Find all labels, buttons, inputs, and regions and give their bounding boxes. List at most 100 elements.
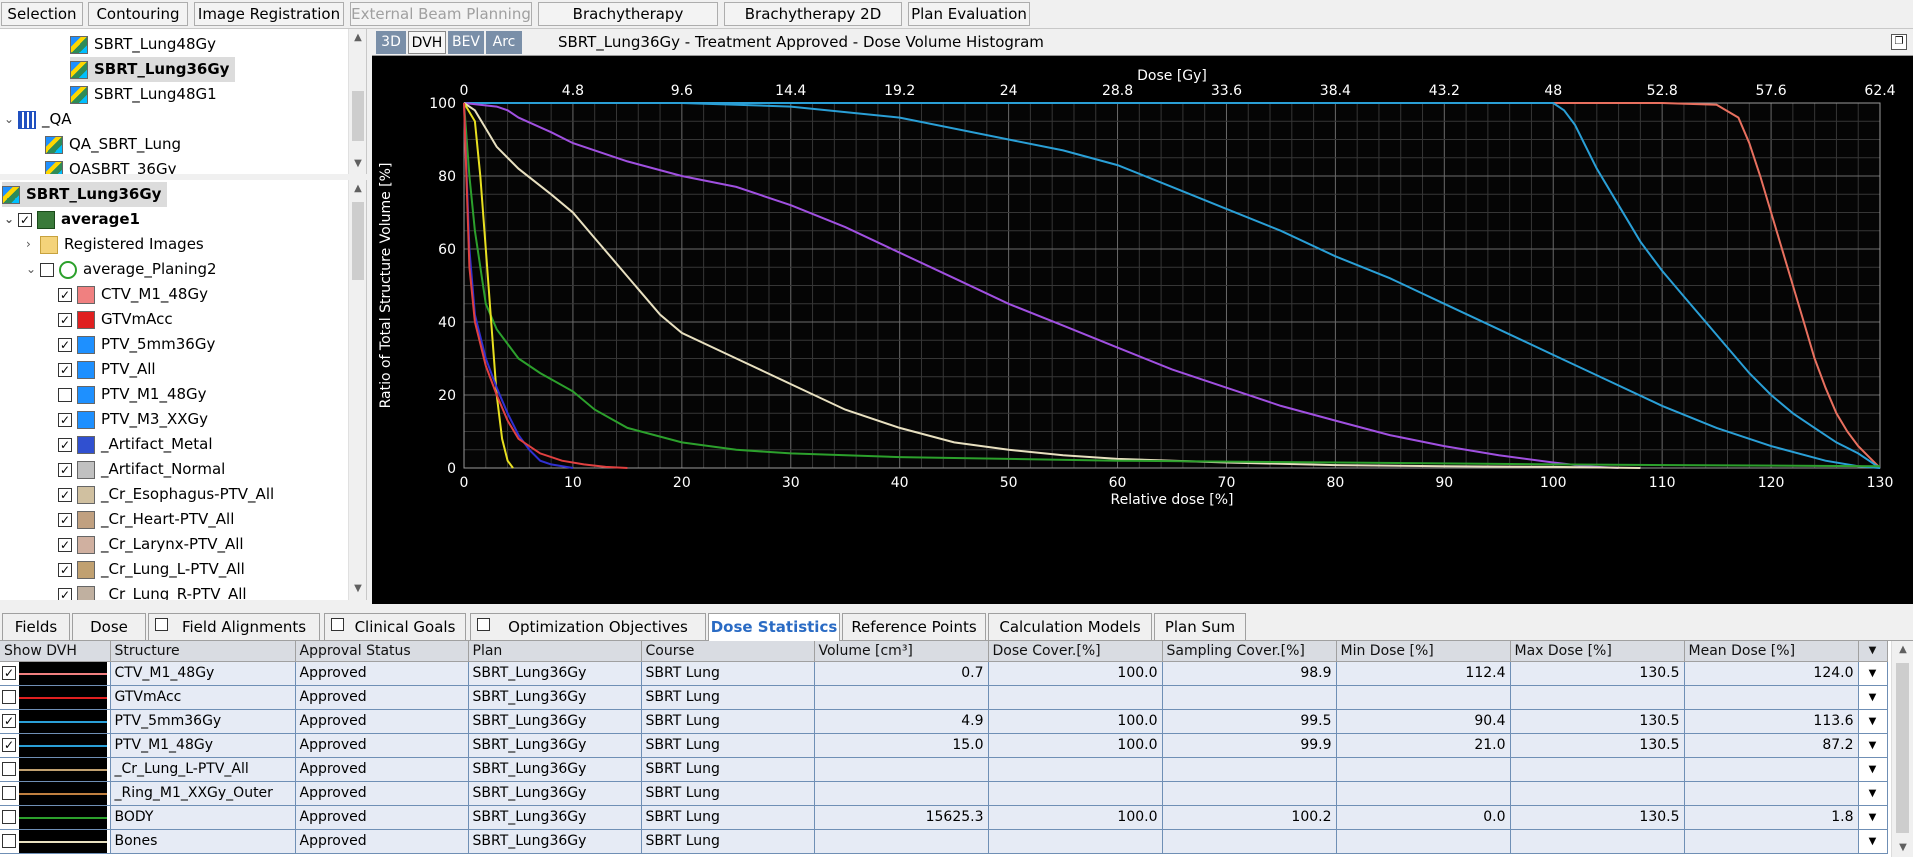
cell-show-dvh[interactable] [0,757,111,782]
structure-visibility-checkbox[interactable]: ✓ [58,587,72,600]
tree-item-structure-set[interactable]: ⌄ average_Planing2 [26,257,217,282]
structure-visibility-checkbox[interactable]: ✓ [58,462,72,477]
tab-plan-sum[interactable]: Plan Sum [1154,613,1246,640]
tree-item-plan[interactable]: QA_SBRT_Lung [45,132,181,157]
checkbox[interactable] [331,618,344,631]
tree-item-structure[interactable]: ✓ PTV_M3_XXGy [58,407,208,432]
structure-visibility-checkbox[interactable]: ✓ [58,562,72,577]
tab-arc[interactable]: Arc [486,31,522,54]
checkbox[interactable] [40,262,54,277]
col-show-dvh[interactable]: Show DVH [0,641,111,662]
table-row[interactable]: BODY Approved SBRT_Lung36Gy SBRT Lung 15625.… [0,805,1888,830]
tree-item-structure[interactable]: ✓ _Cr_Heart-PTV_All [58,507,234,532]
scroll-down-icon[interactable]: ▼ [1892,839,1913,857]
scroll-thumb[interactable] [352,91,364,141]
structure-visibility-checkbox[interactable]: ✓ [58,512,72,527]
row-dropdown-icon[interactable]: ▼ [1858,781,1888,806]
tab-clinical-goals[interactable]: Clinical Goals [324,613,466,640]
show-dvh-checkbox[interactable] [2,834,16,848]
scroll-down-icon[interactable]: ▼ [349,155,366,173]
col-plan[interactable]: Plan [468,641,642,662]
cell-show-dvh[interactable]: ✓ [0,661,111,686]
structure-visibility-checkbox[interactable]: ✓ [58,287,72,302]
row-dropdown-icon[interactable]: ▼ [1858,661,1888,686]
table-row[interactable]: ✓ PTV_M1_48Gy Approved SBRT_Lung36Gy SBRT Lu… [0,733,1888,758]
tab-dose[interactable]: Dose [72,613,146,640]
cell-show-dvh[interactable]: ✓ [0,733,111,758]
tree-item-plan[interactable]: SBRT_Lung48Gy [70,32,216,57]
checkbox[interactable]: ✓ [18,212,32,227]
cell-show-dvh[interactable]: ✓ [0,709,111,734]
table-row[interactable]: ✓ PTV_5mm36Gy Approved SBRT_Lung36Gy SBRT Lu… [0,709,1888,734]
scroll-thumb[interactable] [352,202,364,280]
workspace-selection-button[interactable]: Selection [1,2,83,26]
col-sampling-cover[interactable]: Sampling Cover.[%] [1162,641,1337,662]
tab-field-alignments[interactable]: Field Alignments [148,613,320,640]
tree-item-plan[interactable]: QASBRT_36Gy [45,157,176,174]
structure-visibility-checkbox[interactable]: ✓ [58,537,72,552]
tab-3d[interactable]: 3D [376,31,406,54]
show-dvh-checkbox[interactable] [2,690,16,704]
tree-item-structure[interactable]: ✓ _Cr_Lung_R-PTV_All [58,582,247,600]
col-structure[interactable]: Structure [110,641,296,662]
chevron-down-icon[interactable]: ⌄ [4,107,18,132]
show-dvh-checkbox[interactable]: ✓ [2,714,16,728]
structure-visibility-checkbox[interactable] [58,387,72,402]
cell-show-dvh[interactable] [0,685,111,710]
scroll-up-icon[interactable]: ▲ [349,180,366,198]
row-dropdown-icon[interactable]: ▼ [1858,709,1888,734]
col-course[interactable]: Course [641,641,815,662]
tree-top-scrollbar[interactable]: ▲ ▼ [348,29,366,174]
structure-visibility-checkbox[interactable]: ✓ [58,412,72,427]
tree-item-registered-images[interactable]: › Registered Images [26,232,204,257]
checkbox[interactable] [477,618,490,631]
show-dvh-checkbox[interactable] [2,810,16,824]
table-row[interactable]: Bones Approved SBRT_Lung36Gy SBRT Lung ▼ [0,829,1888,854]
col-approval-status[interactable]: Approval Status [295,641,469,662]
cell-show-dvh[interactable] [0,829,111,854]
show-dvh-checkbox[interactable]: ✓ [2,666,16,680]
col-min-dose[interactable]: Min Dose [%] [1336,641,1511,662]
col-volume[interactable]: Volume [cm³] [814,641,989,662]
col-dose-cover[interactable]: Dose Cover.[%] [988,641,1163,662]
scroll-up-icon[interactable]: ▲ [349,29,366,47]
structure-visibility-checkbox[interactable]: ✓ [58,337,72,352]
tree-item-plan[interactable]: SBRT_Lung48G1 [70,82,217,107]
structure-visibility-checkbox[interactable]: ✓ [58,487,72,502]
workspace-contouring-button[interactable]: Contouring [88,2,188,26]
tab-dvh[interactable]: DVH [408,31,446,54]
col-max-dose[interactable]: Max Dose [%] [1510,641,1685,662]
tree-item-structure[interactable]: PTV_M1_48Gy [58,382,207,407]
tree-item-structure[interactable]: ✓ GTVmAcc [58,307,173,332]
row-dropdown-icon[interactable]: ▼ [1858,733,1888,758]
show-dvh-checkbox[interactable] [2,786,16,800]
scroll-up-icon[interactable]: ▲ [1892,641,1913,659]
chevron-down-icon[interactable]: ⌄ [26,257,40,282]
restore-window-icon[interactable]: ❐ [1891,34,1907,50]
workspace-plan-evaluation-button[interactable]: Plan Evaluation [908,2,1030,26]
tree-item-structure[interactable]: ✓ _Artifact_Normal [58,457,225,482]
checkbox[interactable] [155,618,168,631]
workspace-image-registration-button[interactable]: Image Registration [194,2,344,26]
tree-item-structure[interactable]: ✓ _Cr_Larynx-PTV_All [58,532,244,557]
tab-reference-points[interactable]: Reference Points [842,613,986,640]
workspace-brachytherapy-2d-entry-button[interactable]: Brachytherapy 2D Entry [724,2,902,45]
tree-item-structure[interactable]: ✓ PTV_5mm36Gy [58,332,215,357]
workspace-external-beam-planning-button[interactable]: External Beam Planning [350,2,532,26]
chevron-right-icon[interactable]: › [26,232,40,257]
table-row[interactable]: _Ring_M1_XXGy_Outer Approved SBRT_Lung36Gy… [0,781,1888,806]
tree-item-structure[interactable]: ✓ _Cr_Lung_L-PTV_All [58,557,245,582]
tree-item-image[interactable]: ⌄ ✓ average1 [4,207,140,232]
row-dropdown-icon[interactable]: ▼ [1858,805,1888,830]
tab-bev[interactable]: BEV [448,31,484,54]
tab-dose-statistics[interactable]: Dose Statistics [708,613,840,642]
col-mean-dose[interactable]: Mean Dose [%] [1684,641,1859,662]
tree-item-structure[interactable]: ✓ CTV_M1_48Gy [58,282,208,307]
chevron-down-icon[interactable]: ⌄ [4,207,18,232]
structure-visibility-checkbox[interactable]: ✓ [58,312,72,327]
workspace-brachytherapy-planning-button[interactable]: Brachytherapy Planning [538,2,718,45]
tree-item-structure[interactable]: ✓ _Artifact_Metal [58,432,213,457]
row-dropdown-icon[interactable]: ▼ [1858,829,1888,854]
tree-bottom-scrollbar[interactable]: ▲ ▼ [348,180,366,600]
table-row[interactable]: GTVmAcc Approved SBRT_Lung36Gy SBRT Lung ▼ [0,685,1888,710]
